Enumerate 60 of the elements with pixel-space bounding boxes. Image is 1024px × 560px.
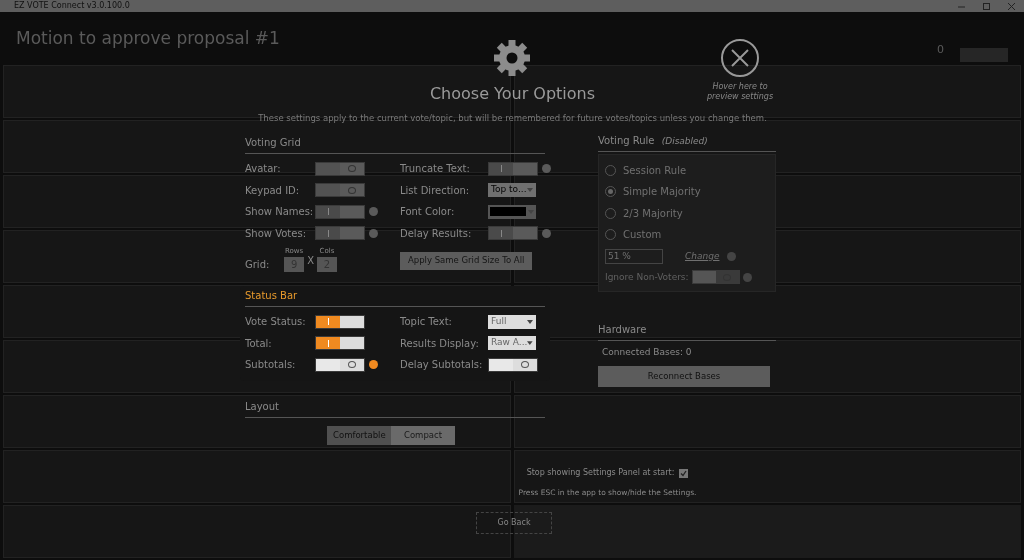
setting-label: Grid: bbox=[245, 257, 271, 272]
setting-label: Font Color: bbox=[400, 205, 456, 219]
setting-label: List Direction: bbox=[400, 183, 471, 198]
toggle-switch[interactable] bbox=[315, 183, 365, 197]
setting-label: Results Display: bbox=[400, 336, 480, 351]
layout-option[interactable]: Compact bbox=[391, 426, 455, 446]
reconnect-button[interactable]: Reconnect Bases bbox=[598, 365, 770, 387]
dropdown[interactable]: Full bbox=[488, 314, 536, 329]
info-icon[interactable] bbox=[369, 360, 378, 369]
dialog-subtitle: These settings apply to the current vote/topic, but will be remembered for future votes/topics unless you change them. bbox=[257, 112, 768, 125]
section-heading: Voting Rule bbox=[598, 134, 656, 146]
radio-label: Simple Majority bbox=[623, 185, 701, 199]
dialog-title: Choose Your Options bbox=[429, 83, 596, 105]
toggle-switch[interactable] bbox=[315, 336, 365, 350]
close-icon[interactable] bbox=[720, 38, 760, 78]
dropdown[interactable]: Top to... bbox=[488, 183, 536, 197]
setting-label: Avatar: bbox=[245, 162, 282, 176]
times-label: X bbox=[307, 253, 314, 268]
maximize-icon[interactable] bbox=[982, 2, 991, 10]
toggle-switch[interactable] bbox=[315, 314, 365, 329]
toggle-switch[interactable] bbox=[488, 357, 538, 372]
setting-label: Delay Subtotals: bbox=[400, 358, 484, 372]
setting-label: Total: bbox=[245, 336, 273, 351]
section-heading: Status Bar bbox=[245, 287, 545, 307]
setting-label: Ignore Non-Voters: bbox=[605, 270, 689, 284]
setting-label: Keypad ID: bbox=[245, 183, 301, 198]
window-title: EZ VOTE Connect v3.0.100.0 bbox=[13, 0, 130, 12]
checkbox-label: Stop showing Settings Panel at start: bbox=[526, 467, 675, 480]
checkbox[interactable] bbox=[679, 468, 689, 478]
topic-title: Motion to approve proposal #1 bbox=[16, 27, 280, 50]
go-back-button[interactable]: Go Back bbox=[476, 511, 552, 534]
dropdown[interactable]: Raw A... bbox=[488, 336, 536, 350]
caret-icon bbox=[527, 341, 533, 345]
percent-field[interactable]: 51 % bbox=[605, 248, 663, 264]
toggle-switch[interactable] bbox=[315, 357, 365, 372]
setting-label: Show Votes: bbox=[245, 226, 307, 241]
radio-label: Custom bbox=[623, 228, 662, 242]
setting-label: Subtotals: bbox=[245, 358, 297, 372]
change-link[interactable]: Change bbox=[685, 249, 720, 263]
radio-label: 2/3 Majority bbox=[623, 206, 683, 221]
preview-hint: Hover here to preview settings bbox=[705, 82, 775, 102]
toggle-switch[interactable] bbox=[488, 226, 538, 240]
vote-count: 0 bbox=[937, 42, 944, 58]
disabled-note: (Disabled) bbox=[661, 135, 708, 146]
toggle-switch[interactable] bbox=[691, 270, 740, 285]
section-heading: Layout bbox=[245, 399, 545, 419]
setting-label: Delay Results: bbox=[400, 226, 473, 241]
caret-icon bbox=[527, 188, 533, 192]
setting-label: Show Names: bbox=[245, 205, 311, 219]
caret-icon bbox=[527, 319, 533, 324]
setting-label: Topic Text: bbox=[400, 315, 453, 329]
section-heading: Voting Grid bbox=[245, 134, 545, 154]
setting-label: Truncate Text: bbox=[400, 162, 471, 176]
toggle-switch[interactable] bbox=[315, 226, 365, 240]
section-heading: Hardware bbox=[598, 322, 776, 342]
setting-label: Vote Status: bbox=[245, 315, 307, 329]
settings-icon bbox=[492, 38, 533, 78]
status-text: Connected Bases: 0 bbox=[602, 346, 693, 360]
radio-label: Session Rule bbox=[623, 163, 687, 178]
layout-option[interactable]: Comfortable bbox=[327, 426, 391, 446]
